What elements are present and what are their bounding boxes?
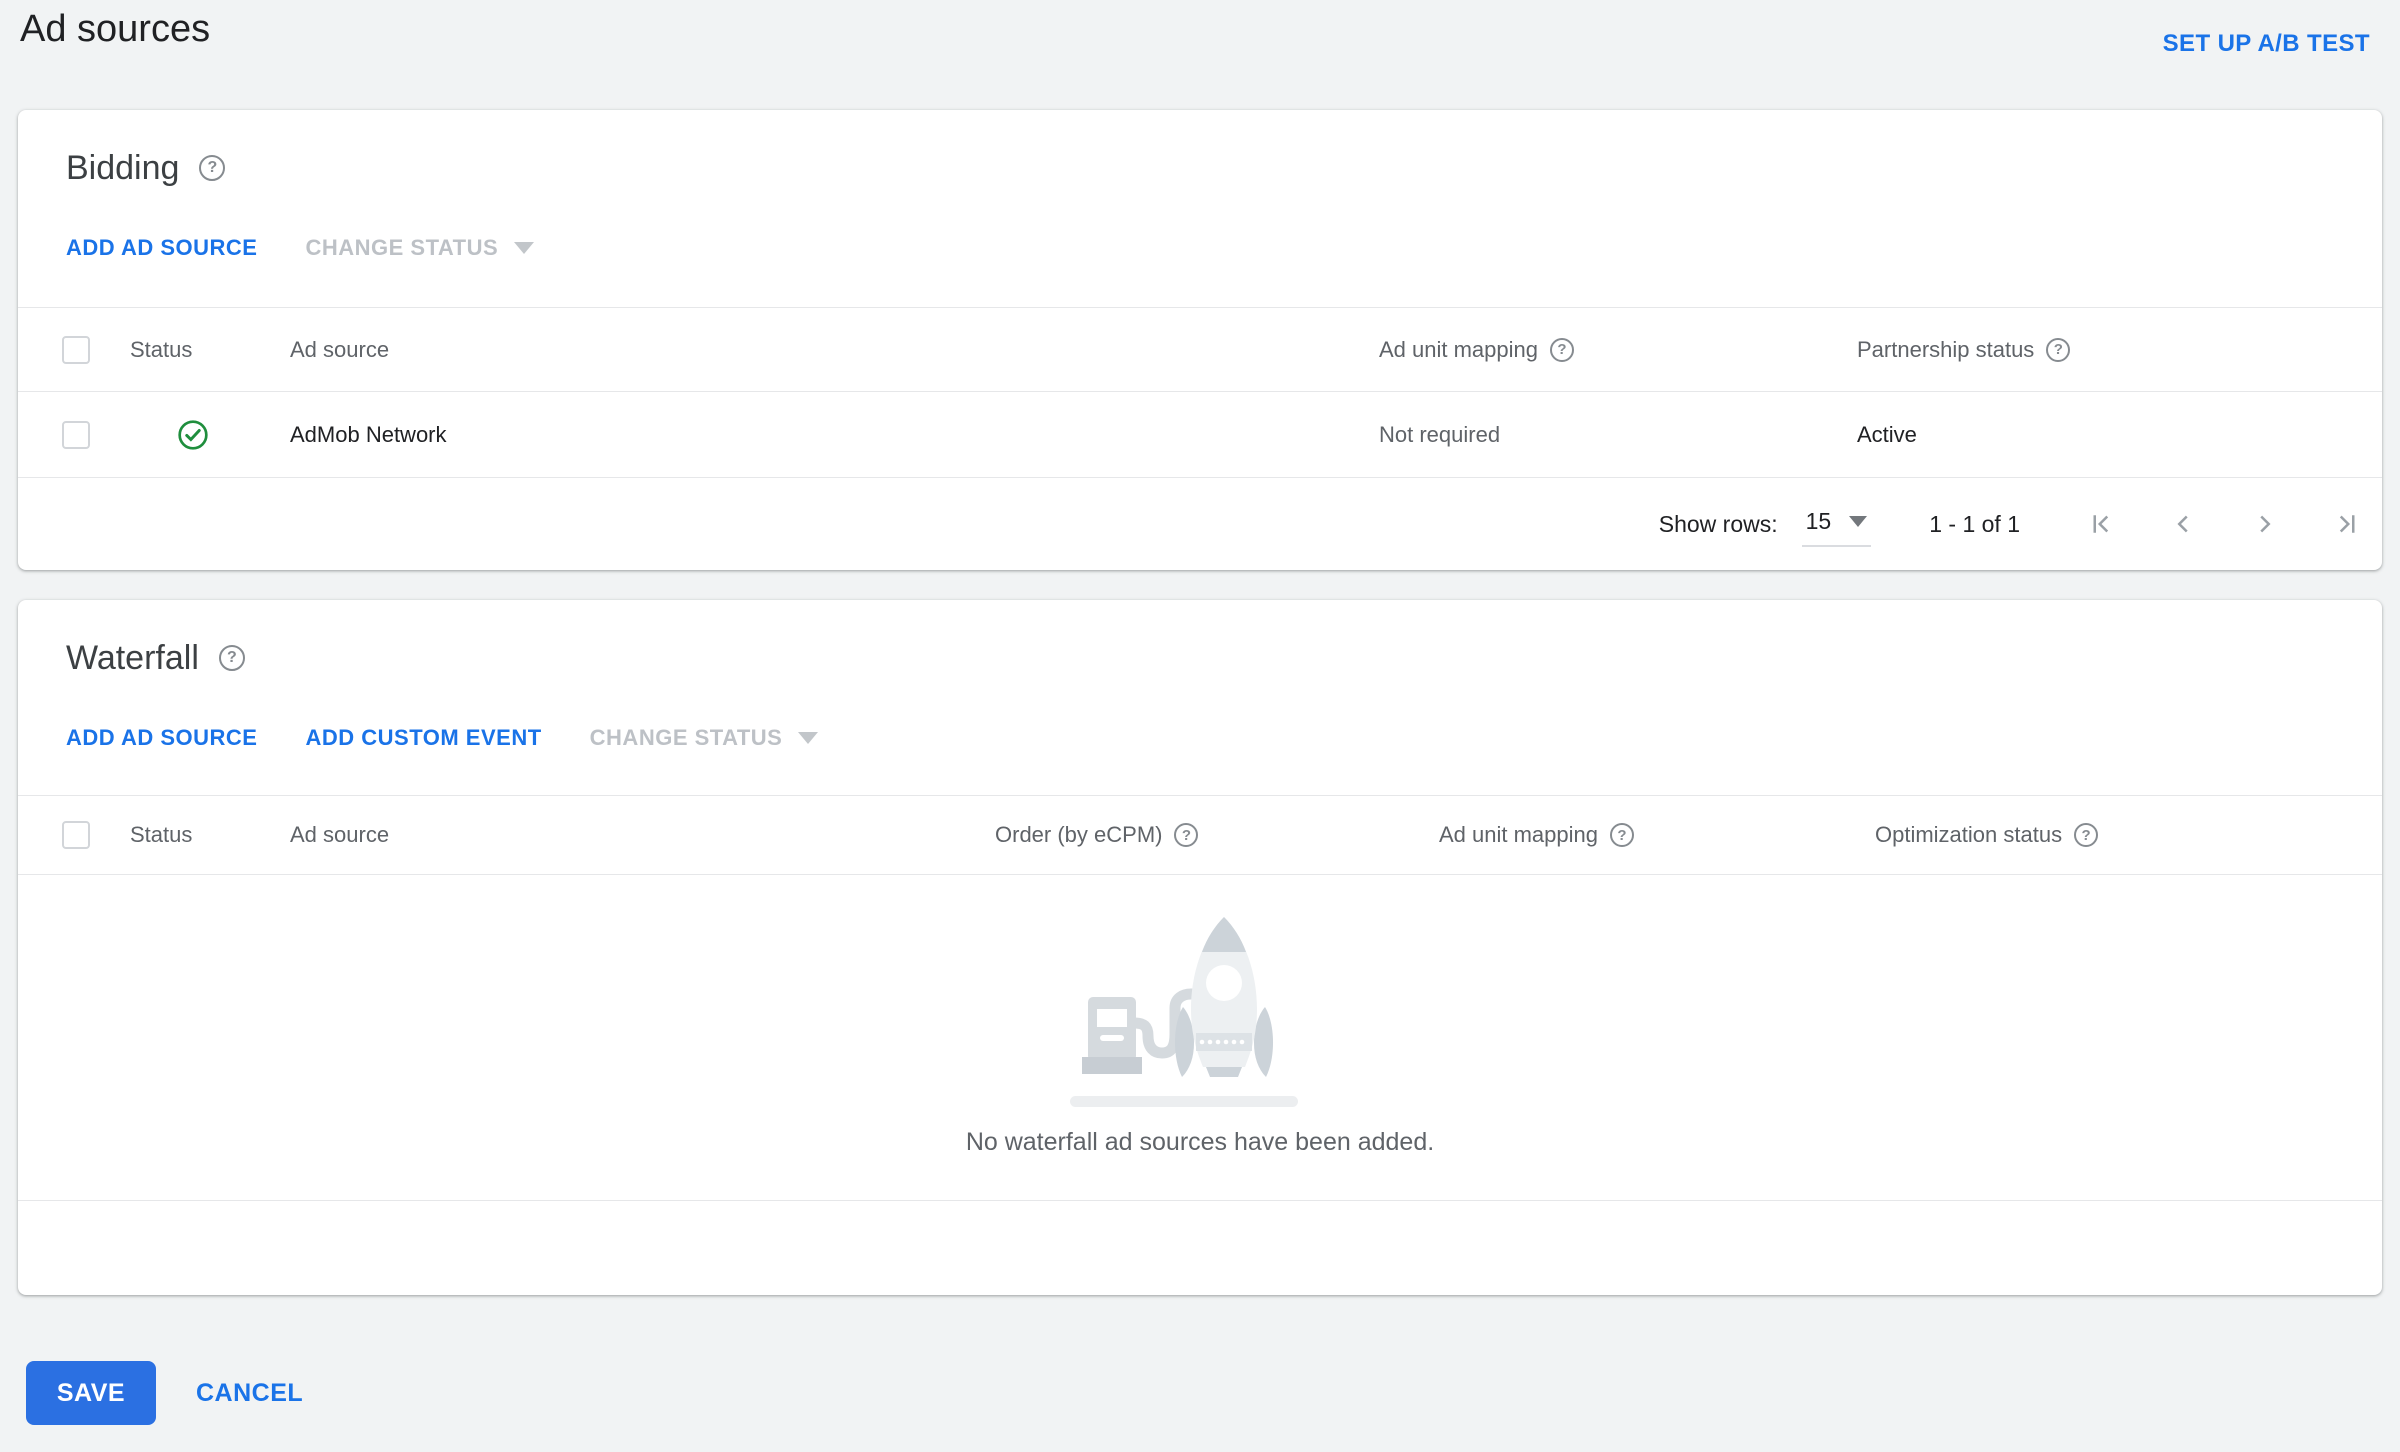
- waterfall-select-all-checkbox[interactable]: [62, 821, 90, 849]
- show-rows-label: Show rows:: [1658, 510, 1778, 537]
- partnership-status-value: Active: [1857, 421, 1917, 447]
- bidding-col-status: Status: [130, 336, 193, 362]
- rows-per-page-select[interactable]: 15: [1801, 502, 1872, 547]
- optimization-status-help-icon[interactable]: ?: [2074, 823, 2099, 847]
- waterfall-card-footer: [18, 1200, 2382, 1295]
- rocket-fuel-illustration: [1070, 917, 1298, 1107]
- bidding-help-icon[interactable]: ?: [199, 155, 226, 181]
- order-ecpm-help-icon[interactable]: ?: [1174, 823, 1199, 847]
- waterfall-col-order: Order (by eCPM): [995, 822, 1163, 847]
- partnership-status-help-icon[interactable]: ?: [2046, 337, 2071, 362]
- bidding-col-ad-unit-mapping: Ad unit mapping: [1379, 336, 1538, 362]
- waterfall-empty-message: No waterfall ad sources have been added.: [965, 1128, 1435, 1156]
- footer-actions: SAVE CANCEL: [0, 1361, 2400, 1425]
- waterfall-change-status-button[interactable]: CHANGE STATUS: [590, 725, 819, 751]
- waterfall-section-title: Waterfall: [66, 638, 199, 677]
- save-button[interactable]: SAVE: [26, 1361, 156, 1425]
- ad-unit-mapping-value: Not required: [1379, 421, 1501, 447]
- waterfall-card: Waterfall ? ADD AD SOURCE ADD CUSTOM EVE…: [18, 600, 2382, 1295]
- next-page-icon[interactable]: [2250, 509, 2280, 539]
- set-up-ab-test-link[interactable]: SET UP A/B TEST: [2163, 30, 2370, 58]
- bidding-section-title: Bidding: [66, 148, 180, 187]
- ad-source-name: AdMob Network: [290, 421, 447, 447]
- page-title: Ad sources: [20, 8, 211, 50]
- bidding-col-partnership-status: Partnership status: [1857, 336, 2035, 362]
- ad-unit-mapping-help-icon[interactable]: ?: [1610, 823, 1634, 847]
- waterfall-add-ad-source-button[interactable]: ADD AD SOURCE: [66, 725, 257, 751]
- row-checkbox[interactable]: [62, 420, 90, 449]
- bidding-add-ad-source-button[interactable]: ADD AD SOURCE: [66, 235, 257, 261]
- waterfall-change-status-label: CHANGE STATUS: [589, 725, 783, 750]
- status-active-icon: [176, 392, 210, 477]
- bidding-table-header: Status Ad source Ad unit mapping ? Partn…: [18, 307, 2382, 392]
- previous-page-icon[interactable]: [2168, 509, 2198, 539]
- waterfall-help-icon[interactable]: ?: [218, 645, 245, 671]
- waterfall-col-ad-source: Ad source: [290, 822, 390, 847]
- waterfall-empty-state: No waterfall ad sources have been added.: [18, 875, 2382, 1200]
- last-page-icon[interactable]: [2332, 509, 2362, 539]
- chevron-down-icon: [514, 242, 535, 254]
- page-header: Ad sources SET UP A/B TEST: [0, 0, 2400, 110]
- bidding-table-row: AdMob Network Not required Active: [18, 392, 2382, 478]
- bidding-card: Bidding ? ADD AD SOURCE CHANGE STATUS St…: [18, 110, 2382, 570]
- bidding-pagination: Show rows: 15 1 - 1 of 1: [18, 478, 2382, 570]
- cancel-button[interactable]: CANCEL: [196, 1379, 303, 1408]
- waterfall-col-status: Status: [130, 822, 193, 847]
- waterfall-col-optimization-status: Optimization status: [1875, 822, 2063, 847]
- bidding-col-ad-source: Ad source: [290, 336, 390, 362]
- waterfall-add-custom-event-button[interactable]: ADD CUSTOM EVENT: [305, 725, 541, 751]
- ad-unit-mapping-help-icon[interactable]: ?: [1550, 337, 1574, 362]
- pagination-range: 1 - 1 of 1: [1929, 510, 2020, 537]
- bidding-change-status-label: CHANGE STATUS: [305, 235, 499, 260]
- waterfall-table-header: Status Ad source Order (by eCPM) ? Ad un…: [18, 795, 2382, 875]
- waterfall-col-ad-unit-mapping: Ad unit mapping: [1439, 822, 1598, 847]
- chevron-down-icon: [1849, 515, 1868, 527]
- rows-per-page-value: 15: [1805, 507, 1832, 534]
- first-page-icon[interactable]: [2086, 509, 2116, 539]
- bidding-select-all-checkbox[interactable]: [62, 335, 90, 364]
- chevron-down-icon: [798, 732, 819, 744]
- bidding-change-status-button[interactable]: CHANGE STATUS: [305, 235, 535, 261]
